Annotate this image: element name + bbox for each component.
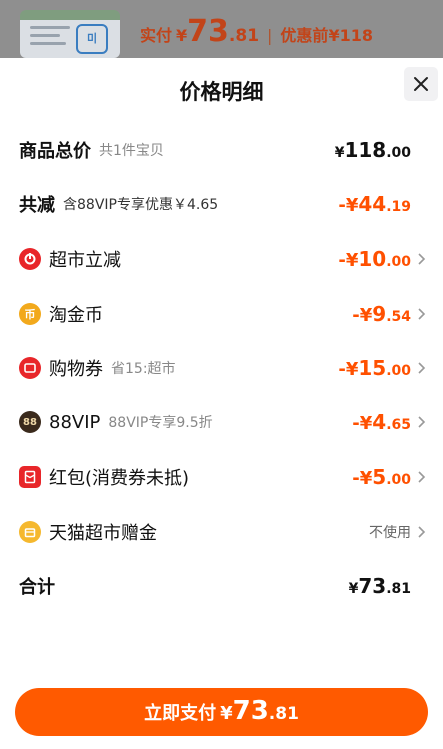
discount-name: 淘金币	[49, 305, 103, 326]
tmall-gift-icon	[19, 521, 41, 543]
red-packet-icon	[19, 466, 41, 488]
product-logo-icon: 미	[76, 24, 108, 54]
supermarket-discount-icon	[19, 248, 41, 270]
discount-amount: -¥ 10.00	[338, 247, 411, 271]
discount-amount: -¥ 15.00	[338, 356, 411, 380]
discount-row-taojinbi[interactable]: 币 淘金币 -¥ 9.54	[0, 294, 443, 334]
88vip-icon: 88	[19, 411, 41, 433]
chevron-right-icon	[418, 308, 426, 320]
sum-amount: ¥73.81	[348, 574, 411, 598]
close-button[interactable]	[404, 67, 438, 101]
divider: |	[267, 26, 273, 45]
chevron-right-icon	[418, 416, 426, 428]
discount-amount: -¥ 5.00	[352, 465, 411, 489]
sum-label: 合计	[19, 577, 55, 598]
discount-amount: -¥ 4.65	[352, 410, 411, 434]
discount-name: 88VIP	[49, 411, 101, 433]
tmall-gift-row[interactable]: 天猫超市赠金 不使用	[0, 512, 443, 552]
discount-note: 88VIP专享9.5折	[108, 415, 213, 431]
price-detail-sheet: 价格明细 商品总价 共1件宝贝 ¥118.00 共减 含88VIP专享优惠￥4.…	[0, 58, 443, 749]
chevron-right-icon	[418, 253, 426, 265]
discount-name: 红包(消费券未抵)	[49, 468, 190, 489]
tmall-gift-name: 天猫超市赠金	[49, 523, 157, 544]
total-price-amount: ¥118.00	[334, 138, 411, 162]
total-discount-amount: -¥ 44.19	[338, 192, 411, 216]
discount-row-coupon[interactable]: 购物券 省15:超市 -¥ 15.00	[0, 348, 443, 388]
total-discount-label: 共减	[19, 195, 55, 216]
top-overlay: 미 实付 ¥ 73 .81 | 优惠前 ¥118	[0, 0, 443, 58]
pay-now-button[interactable]: 立即支付 ¥ 73 .81	[15, 688, 428, 736]
total-price-row: 商品总价 共1件宝贝 ¥118.00	[0, 130, 443, 170]
discount-name: 购物券	[49, 359, 103, 380]
pay-now-label: 立即支付	[144, 703, 217, 724]
original-price-value: ¥118	[328, 26, 373, 45]
discount-amount: -¥ 9.54	[352, 302, 411, 326]
taojinbi-coin-icon: 币	[19, 303, 41, 325]
item-count: 共1件宝贝	[99, 143, 164, 159]
coupon-icon	[19, 357, 41, 379]
discount-note: 省15:超市	[111, 361, 176, 377]
pay-amount-int: 73	[232, 696, 269, 726]
tmall-gift-status: 不使用	[369, 525, 411, 541]
actual-pay-label: 实付	[140, 26, 173, 45]
discount-row-88vip[interactable]: 88 88VIP 88VIP专享9.5折 -¥ 4.65	[0, 402, 443, 442]
sum-row: 合计 ¥73.81	[0, 566, 443, 606]
total-price-label: 商品总价	[19, 141, 91, 162]
discount-row-supermarket[interactable]: 超市立减 -¥ 10.00	[0, 239, 443, 279]
close-icon	[414, 77, 428, 91]
actual-pay-int: 73	[187, 14, 229, 49]
total-discount-row: 共减 含88VIP专享优惠￥4.65 -¥ 44.19	[0, 184, 443, 224]
discount-name: 超市立减	[49, 250, 121, 271]
top-price-summary: 实付 ¥ 73 .81 | 优惠前 ¥118	[140, 14, 373, 49]
chevron-right-icon	[418, 526, 426, 538]
original-price-label: 优惠前	[280, 26, 329, 45]
chevron-right-icon	[418, 362, 426, 374]
total-discount-note: 含88VIP专享优惠￥4.65	[63, 197, 219, 213]
chevron-right-icon	[418, 471, 426, 483]
discount-row-red-packet[interactable]: 红包(消费券未抵) -¥ 5.00	[0, 457, 443, 497]
sheet-title: 价格明细	[179, 80, 264, 104]
product-thumbnail: 미	[20, 10, 120, 58]
